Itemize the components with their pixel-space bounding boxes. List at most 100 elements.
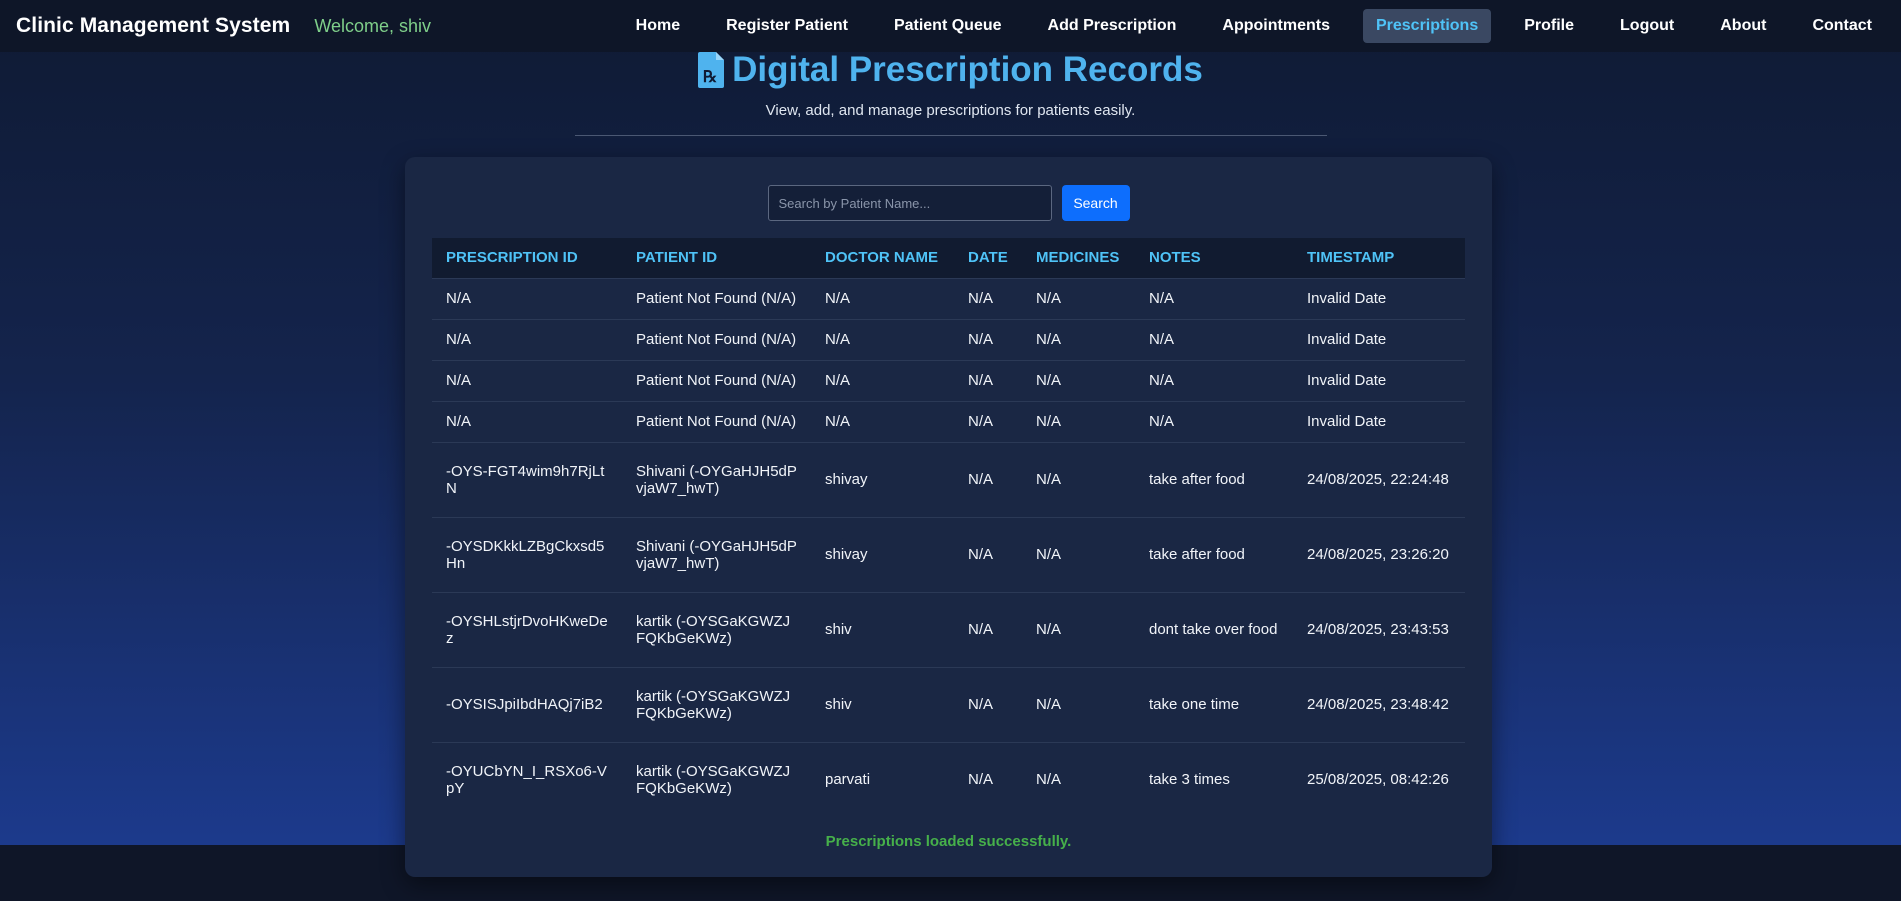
nav-link-profile[interactable]: Profile [1511,9,1587,43]
patient-id-cell: Shivani (-OYGaHJH5dPvjaW7_hwT) [622,516,811,592]
nav-link-logout[interactable]: Logout [1607,9,1687,43]
page-subtitle: View, add, and manage prescriptions for … [765,102,1136,119]
doctor-name-cell: N/A [811,400,954,442]
notes-cell: take 3 times [1135,741,1293,817]
patient-id-cell: kartik (-OYSGaKGWZJFQKbGeKWz) [622,741,811,817]
prescription-id-cell: N/A [432,318,622,360]
medicines-cell: N/A [1022,666,1135,742]
timestamp-cell: 24/08/2025, 23:48:42 [1293,666,1465,742]
nav-link-prescriptions[interactable]: Prescriptions [1362,9,1492,43]
column-header-doctor-name: DOCTOR NAME [825,249,939,267]
timestamp-cell: 24/08/2025, 23:43:53 [1293,591,1465,667]
prescription-id-cell: -OYSISJpiIbdHAQj7iB2 [432,666,622,742]
column-header-date: DATE [968,249,1008,267]
title-row: ℞ Digital Prescription Records [0,50,1901,90]
medicines-cell: N/A [1022,318,1135,360]
navbar: Clinic Management System Welcome, shiv H… [0,0,1901,52]
doctor-name-cell: shiv [811,591,954,667]
medicines-cell: N/A [1022,591,1135,667]
patient-id-cell: kartik (-OYSGaKGWZJFQKbGeKWz) [622,591,811,667]
doctor-name-cell: N/A [811,318,954,360]
search-button[interactable]: Search [1061,185,1130,221]
date-cell: N/A [954,400,1022,442]
page-title: Digital Prescription Records [732,50,1203,89]
timestamp-cell: Invalid Date [1293,359,1465,401]
column-header-medicines: MEDICINES [1036,249,1120,267]
medicines-cell: N/A [1022,741,1135,817]
doctor-name-cell: parvati [811,741,954,817]
prescriptions-card: Search PRESCRIPTION ID PATIENT ID DOCTOR… [405,157,1492,877]
notes-cell: N/A [1135,277,1293,319]
patient-id-cell: Shivani (-OYGaHJH5dPvjaW7_hwT) [622,441,811,517]
table-row: N/A Patient Not Found (N/A) N/A N/A N/A N/A In… [432,277,1465,319]
patient-id-cell: kartik (-OYSGaKGWZJFQKbGeKWz) [622,666,811,742]
column-header-timestamp: TIMESTAMP [1307,249,1395,267]
table-header: PRESCRIPTION ID PATIENT ID DOCTOR NAME D… [432,238,1465,278]
notes-cell: N/A [1135,359,1293,401]
prescription-id-cell: N/A [432,277,622,319]
welcome-text: Welcome, shiv [314,15,432,36]
date-cell: N/A [954,359,1022,401]
date-cell: N/A [954,441,1022,517]
notes-cell: take one time [1135,666,1293,742]
table-row: -OYSDKkkLZBgCkxsd5Hn Shivani (-OYGaHJH5dP… [432,516,1465,592]
notes-cell: dont take over food [1135,591,1293,667]
nav-link-about[interactable]: About [1707,9,1779,43]
medicines-cell: N/A [1022,441,1135,517]
timestamp-cell: Invalid Date [1293,277,1465,319]
doctor-name-cell: N/A [811,277,954,319]
table-row: -OYUCbYN_I_RSXo6-VpY kartik (-OYSGaKGWZJF… [432,741,1465,817]
date-cell: N/A [954,516,1022,592]
prescription-id-cell: -OYS-FGT4wim9h7RjLtN [432,441,622,517]
timestamp-cell: 24/08/2025, 22:24:48 [1293,441,1465,517]
date-cell: N/A [954,666,1022,742]
date-cell: N/A [954,318,1022,360]
notes-cell: take after food [1135,441,1293,517]
timestamp-cell: Invalid Date [1293,400,1465,442]
nav-link-home[interactable]: Home [623,9,693,43]
table-body: N/A Patient Not Found (N/A) N/A N/A N/A N/A In… [432,277,1465,817]
search-input[interactable] [767,185,1052,221]
header-divider [574,135,1327,136]
prescription-id-cell: -OYSDKkkLZBgCkxsd5Hn [432,516,622,592]
patient-id-cell: Patient Not Found (N/A) [622,359,811,401]
prescriptions-table: PRESCRIPTION ID PATIENT ID DOCTOR NAME D… [432,238,1465,817]
medicines-cell: N/A [1022,277,1135,319]
table-header-row: PRESCRIPTION ID PATIENT ID DOCTOR NAME D… [432,238,1465,278]
date-cell: N/A [954,591,1022,667]
svg-text:℞: ℞ [703,69,717,86]
patient-id-cell: Patient Not Found (N/A) [622,277,811,319]
nav-link-contact[interactable]: Contact [1799,9,1885,43]
table-row: N/A Patient Not Found (N/A) N/A N/A N/A N/A In… [432,318,1465,360]
prescription-id-cell: -OYUCbYN_I_RSXo6-VpY [432,741,622,817]
table-row: -OYSISJpiIbdHAQj7iB2 kartik (-OYSGaKGWZJF… [432,666,1465,742]
medicines-cell: N/A [1022,400,1135,442]
nav-link-register-patient[interactable]: Register Patient [713,9,861,43]
timestamp-cell: 24/08/2025, 23:26:20 [1293,516,1465,592]
patient-id-cell: Patient Not Found (N/A) [622,318,811,360]
search-row: Search [405,185,1492,221]
patient-id-cell: Patient Not Found (N/A) [622,400,811,442]
date-cell: N/A [954,277,1022,319]
doctor-name-cell: shivay [811,516,954,592]
prescription-icon: ℞ [698,52,725,88]
table-row: N/A Patient Not Found (N/A) N/A N/A N/A N/A In… [432,400,1465,442]
date-cell: N/A [954,741,1022,817]
nav-links: Home Register Patient Patient Queue Add … [623,9,1885,43]
medicines-cell: N/A [1022,516,1135,592]
table-row: -OYSHLstjrDvoHKweDez kartik (-OYSGaKGWZJF… [432,591,1465,667]
table-row: -OYS-FGT4wim9h7RjLtN Shivani (-OYGaHJH5dP… [432,441,1465,517]
timestamp-cell: Invalid Date [1293,318,1465,360]
notes-cell: N/A [1135,400,1293,442]
prescription-id-cell: -OYSHLstjrDvoHKweDez [432,591,622,667]
doctor-name-cell: N/A [811,359,954,401]
doctor-name-cell: shivay [811,441,954,517]
page-header: ℞ Digital Prescription Records View, add… [0,50,1901,136]
medicines-cell: N/A [1022,359,1135,401]
column-header-prescription-id: PRESCRIPTION ID [446,249,578,267]
nav-link-add-prescription[interactable]: Add Prescription [1035,9,1190,43]
nav-link-patient-queue[interactable]: Patient Queue [881,9,1015,43]
notes-cell: take after food [1135,516,1293,592]
nav-link-appointments[interactable]: Appointments [1209,9,1343,43]
doctor-name-cell: shiv [811,666,954,742]
